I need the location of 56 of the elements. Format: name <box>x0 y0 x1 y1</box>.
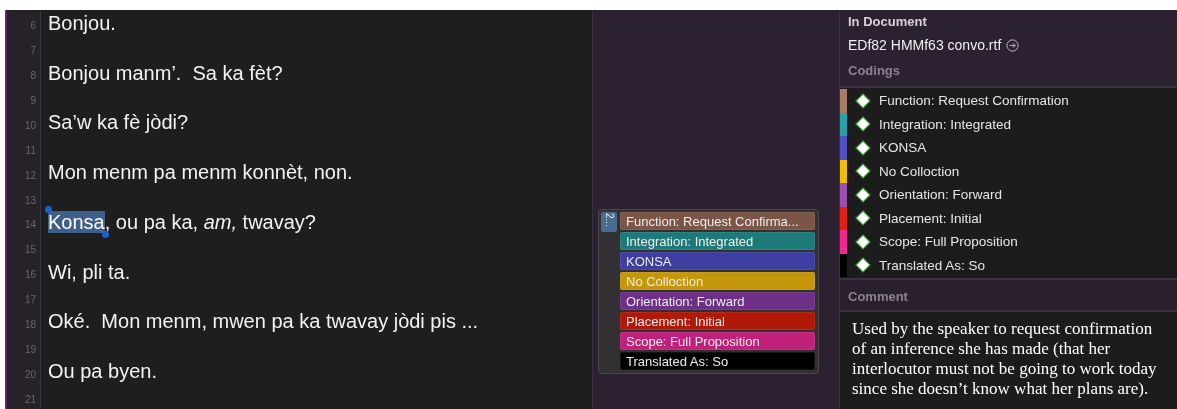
line-number: 21 <box>24 393 36 405</box>
coding-tag[interactable]: Placement: Initial <box>620 312 815 330</box>
line-number: 11 <box>25 144 36 156</box>
diamond-icon <box>855 139 871 156</box>
coding-tag[interactable]: KONSA <box>620 252 815 270</box>
arrow-circle-icon[interactable] <box>1006 38 1020 52</box>
section-heading: Codings <box>847 63 901 80</box>
transcript-line: Ou pa byen. <box>48 360 157 384</box>
diamond-icon <box>855 257 871 274</box>
transcript-line: Bonjou. <box>48 11 116 35</box>
line-number: 14 <box>24 219 36 231</box>
line-number: 7 <box>30 45 36 57</box>
coding-label[interactable]: No Colloction <box>879 163 960 179</box>
coding-tag[interactable]: Function: Request Confirma... <box>620 212 815 230</box>
diamond-icon <box>855 186 871 203</box>
section-heading: Comment <box>848 289 909 304</box>
section-heading: In Document <box>847 13 928 29</box>
document-name: EDf82 HMMf63 convo.rtf <box>848 37 1002 53</box>
line-number: 12 <box>24 169 36 181</box>
coding-tag[interactable]: Translated As: So <box>620 352 815 370</box>
selection-handle[interactable] <box>101 230 109 238</box>
line-number: 19 <box>24 343 36 355</box>
transcript-line: Konsa, ou pa ka, am, twavay? <box>48 210 316 234</box>
comment-text: Used by the speaker to request confirmation of an inference she has made (that her interlocutor must not be going to work today since she doesn’t know what her plans are). <box>852 319 1158 399</box>
line-number: 18 <box>24 318 36 330</box>
line-number: 9 <box>30 95 36 107</box>
coding-label[interactable]: Translated As: So <box>879 257 986 273</box>
coding-label[interactable]: KONSA <box>879 140 927 156</box>
line-number: 10 <box>24 119 36 131</box>
transcript-line: Bonjou manm’. Sa ka fèt? <box>48 61 283 85</box>
diamond-icon <box>855 163 871 180</box>
coding-label[interactable]: Orientation: Forward <box>879 187 1003 203</box>
line-number: 15 <box>24 244 36 256</box>
line-number: 6 <box>30 20 36 32</box>
line-number: 8 <box>30 70 36 82</box>
coding-tag[interactable]: Orientation: Forward <box>620 292 815 310</box>
line-number: 13 <box>24 194 36 206</box>
selection-handle[interactable] <box>45 205 52 213</box>
transcript-line: Sa’w ka fè jòdi? <box>48 111 189 135</box>
diamond-icon <box>855 92 871 109</box>
coding-label[interactable]: Function: Request Confirmation <box>879 93 1069 109</box>
diamond-icon <box>855 116 871 133</box>
line-number: 20 <box>24 368 36 380</box>
count-badge: 2... <box>601 212 617 232</box>
coding-label[interactable]: Placement: Initial <box>879 210 982 226</box>
coding-tag[interactable]: Integration: Integrated <box>620 232 815 250</box>
line-number: 16 <box>24 269 36 281</box>
coding-label[interactable]: Integration: Integrated <box>879 116 1012 132</box>
coding-label[interactable]: Scope: Full Proposition <box>879 234 1018 250</box>
diamond-icon <box>855 233 871 250</box>
transcript-line: Wi, pli ta. <box>48 260 131 284</box>
transcript-line: Mon menm pa menm konnèt, non. <box>48 161 353 185</box>
line-number: 17 <box>24 294 36 306</box>
coding-tag[interactable]: Scope: Full Proposition <box>620 332 815 350</box>
transcript-line: Oké. Mon menm, mwen pa ka twavay jòdi pis ... <box>48 310 479 334</box>
diamond-icon <box>855 210 871 227</box>
